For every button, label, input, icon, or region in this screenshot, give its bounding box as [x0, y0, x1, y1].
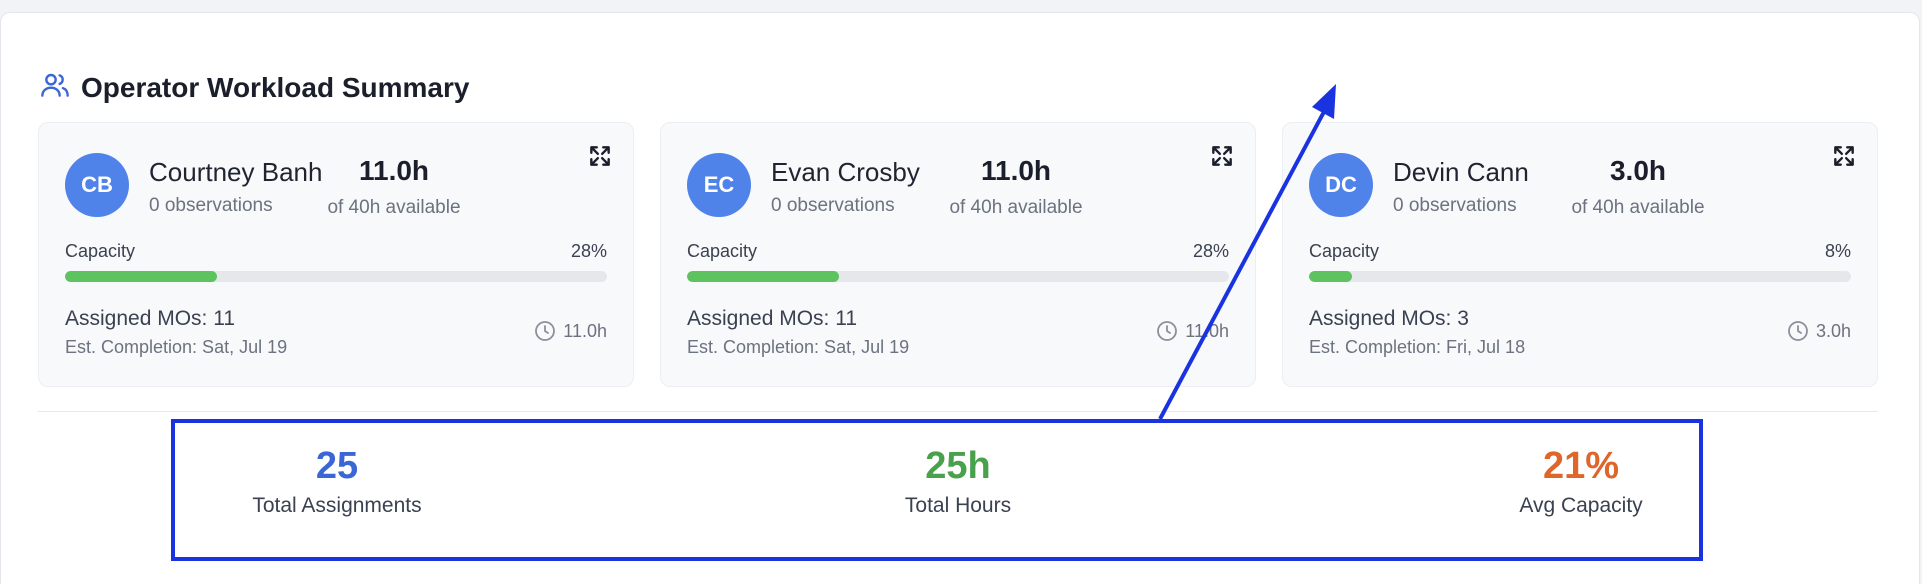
panel-title: Operator Workload Summary [81, 71, 470, 103]
time-total: 11.0h [533, 319, 607, 343]
expand-icon [1834, 146, 1854, 166]
expand-button[interactable] [1829, 141, 1859, 171]
avatar: EC [687, 153, 751, 217]
stat-value: 25h [925, 445, 991, 487]
stat-avg-capacity: 21% Avg Capacity [1451, 445, 1711, 518]
capacity-bar-fill [65, 271, 217, 282]
users-icon [39, 69, 71, 106]
assigned-mos: Assigned MOs: 11 [65, 307, 236, 330]
assigned-mos: Assigned MOs: 3 [1309, 307, 1469, 330]
stat-label: Total Assignments [252, 494, 422, 517]
expand-button[interactable] [585, 141, 615, 171]
clock-icon [1788, 321, 1808, 341]
avatar: DC [1309, 153, 1373, 217]
time-value: 3.0h [1815, 320, 1851, 341]
capacity-bar [65, 271, 607, 282]
operator-hours: 11.0h [358, 155, 430, 186]
operator-available: of 40h available [327, 197, 461, 218]
stat-label: Avg Capacity [1519, 494, 1643, 517]
time-total: 11.0h [1155, 319, 1229, 343]
capacity-label: Capacity [687, 241, 758, 261]
expand-icon [1212, 146, 1232, 166]
capacity-label: Capacity [1309, 241, 1380, 261]
operator-name: Devin Cann [1393, 157, 1529, 187]
capacity-bar-fill [1309, 271, 1353, 282]
operator-name: Courtney Banh [149, 157, 323, 187]
time-value: 11.0h [563, 320, 607, 341]
stat-value: 25 [315, 445, 359, 487]
divider [38, 411, 1878, 412]
operator-observations: 0 observations [149, 195, 273, 216]
operator-card: CB Courtney Banh 0 observations 11.0h of… [38, 122, 634, 387]
stat-label: Total Hours [904, 494, 1012, 517]
operator-observations: 0 observations [1393, 195, 1517, 216]
stat-total-hours: 25h Total Hours [828, 445, 1088, 518]
capacity-bar-fill [687, 271, 839, 282]
capacity-bar [687, 271, 1229, 282]
capacity-label: Capacity [65, 241, 136, 261]
capacity-percent: 8% [1824, 241, 1851, 261]
operator-available: of 40h available [949, 197, 1083, 218]
operator-card: EC Evan Crosby 0 observations 11.0h of 4… [660, 122, 1256, 387]
capacity-bar [1309, 271, 1851, 282]
capacity-percent: 28% [1192, 241, 1229, 261]
operator-observations: 0 observations [771, 195, 895, 216]
operator-available: of 40h available [1571, 197, 1705, 218]
clock-icon [535, 321, 556, 341]
expand-button[interactable] [1207, 141, 1237, 171]
operator-hours: 11.0h [980, 155, 1052, 186]
capacity-percent: 28% [570, 241, 607, 261]
operator-hours: 3.0h [1609, 155, 1667, 186]
assigned-mos: Assigned MOs: 11 [687, 307, 858, 330]
stat-value: 21% [1542, 445, 1620, 487]
time-total: 3.0h [1786, 319, 1851, 343]
est-completion: Est. Completion: Sat, Jul 19 [687, 337, 910, 357]
stat-total-assignments: 25 Total Assignments [207, 445, 467, 518]
clock-icon [1157, 321, 1178, 341]
operator-name: Evan Crosby [771, 157, 920, 187]
operator-card: DC Devin Cann 0 observations 3.0h of 40h… [1282, 122, 1878, 387]
operator-cards: CB Courtney Banh 0 observations 11.0h of… [38, 122, 1878, 387]
expand-icon [590, 146, 610, 166]
time-value: 11.0h [1185, 320, 1229, 341]
est-completion: Est. Completion: Sat, Jul 19 [65, 337, 288, 357]
est-completion: Est. Completion: Fri, Jul 18 [1309, 337, 1526, 357]
avatar: CB [65, 153, 129, 217]
panel-header: Operator Workload Summary [39, 69, 469, 106]
